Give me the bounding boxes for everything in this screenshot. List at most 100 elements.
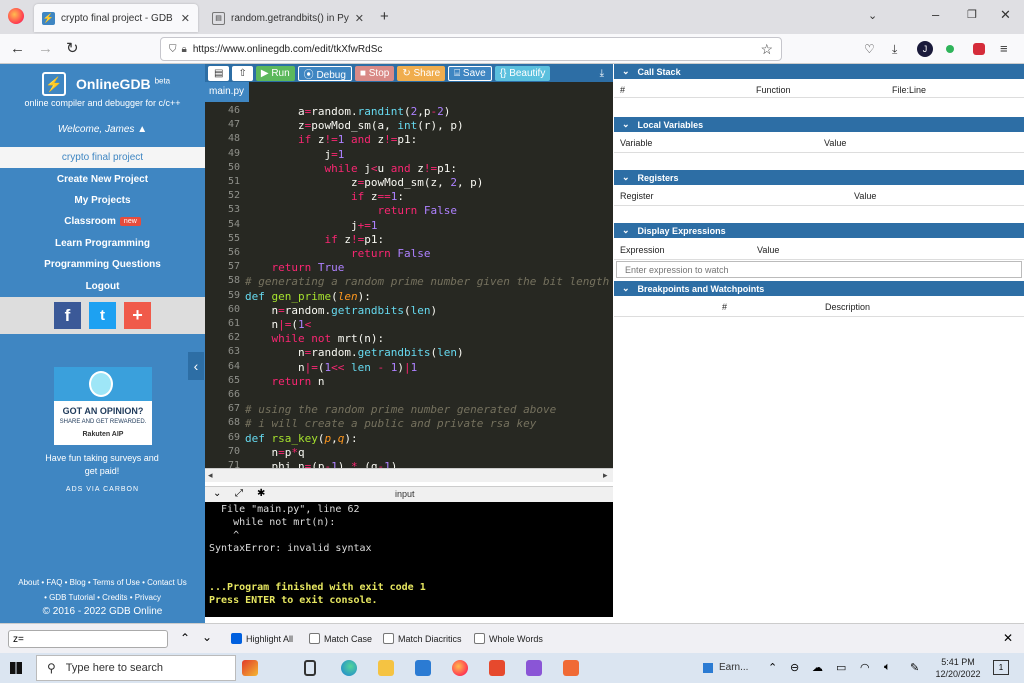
url-bar[interactable]: ⛉ 🔒︎ https://www.onlinegdb.com/edit/tkXf… — [160, 37, 782, 61]
code-line[interactable]: phi_n=(p-1) * (q-1) — [245, 460, 397, 468]
visual-studio-icon[interactable] — [526, 660, 542, 676]
code-line[interactable]: # generating a random prime number given… — [245, 275, 609, 288]
match-case-checkbox[interactable]: Match Case — [309, 633, 372, 644]
code-line[interactable]: z=powMod_sm(z, 2, p) — [245, 176, 483, 189]
console-output[interactable]: File "main.py", line 62 while not mrt(n)… — [205, 502, 613, 617]
line-number[interactable]: 56 — [205, 247, 240, 258]
line-number[interactable]: 63 — [205, 346, 240, 357]
tray-icon-1[interactable]: ⊖ — [790, 661, 799, 674]
code-line[interactable]: if z!=1 and z!=p1: — [245, 133, 417, 146]
facebook-icon[interactable]: f — [54, 302, 81, 329]
code-line[interactable]: return n — [245, 375, 325, 388]
extension-green-icon[interactable] — [946, 45, 954, 53]
beautify-button[interactable]: {} Beautify — [494, 65, 551, 81]
sidebar-item-create-new-project[interactable]: Create New Project — [0, 169, 205, 190]
save-button[interactable]: ⌸ Save — [448, 65, 492, 81]
taskbar-widget-icon[interactable] — [242, 660, 258, 676]
new-file-icon[interactable]: ▤ — [208, 65, 230, 81]
shield-icon[interactable]: ⛉ — [169, 44, 177, 55]
line-number[interactable]: 48 — [205, 133, 240, 144]
code-editor[interactable]: 46 a=random.randint(2,p-2) 47 z=powMod_sm… — [205, 102, 613, 468]
tray-chevron-icon[interactable]: ⌃ — [768, 661, 777, 674]
collapse-console-icon[interactable]: ⌄ — [213, 488, 221, 499]
line-number[interactable]: 67 — [205, 403, 240, 414]
run-button[interactable]: ▶ Run — [255, 65, 295, 81]
line-number[interactable]: 58 — [205, 275, 240, 286]
extension-red-icon[interactable] — [973, 43, 985, 55]
office-icon[interactable] — [489, 660, 505, 676]
restore-window-icon[interactable]: ❐ — [967, 8, 977, 21]
code-line[interactable]: n=random.getrandbits(len) — [245, 346, 464, 359]
firefox-taskbar-icon[interactable] — [452, 660, 468, 676]
find-next-icon[interactable]: ⌄ — [202, 630, 212, 644]
collapse-sidebar-button[interactable]: ‹ — [188, 352, 204, 380]
line-number[interactable]: 65 — [205, 375, 240, 386]
tab-random-getrandbits[interactable]: ▤ random.getrandbits() in Python ✕ — [204, 4, 372, 32]
gdb-logo-icon[interactable]: ⚡ — [42, 72, 66, 96]
line-number[interactable]: 53 — [205, 204, 240, 215]
weather-widget[interactable]: Earn... — [703, 662, 748, 673]
debug-button[interactable]: ⦿ Debug — [297, 65, 352, 81]
footer-links-1[interactable]: About • FAQ • Blog • Terms of Use • Cont… — [0, 578, 205, 587]
find-input[interactable] — [8, 630, 168, 648]
close-tab-icon[interactable]: ✕ — [175, 12, 190, 25]
code-line[interactable]: while not mrt(n): — [245, 332, 385, 345]
twitter-icon[interactable]: t — [89, 302, 116, 329]
scroll-left-icon[interactable]: ◂ — [208, 470, 213, 481]
code-line[interactable]: while j<u and z!=p1: — [245, 162, 457, 175]
code-line[interactable]: if z==1: — [245, 190, 404, 203]
pocket-icon[interactable]: ♡ — [864, 40, 875, 58]
line-number[interactable]: 64 — [205, 361, 240, 372]
sidebar-item-classroom[interactable]: Classroom new — [0, 211, 205, 232]
whole-words-checkbox[interactable]: Whole Words — [474, 633, 543, 644]
reload-icon[interactable]: ↻ — [66, 40, 79, 58]
stop-button[interactable]: ■ Stop — [354, 65, 395, 81]
firefox-logo-icon[interactable] — [8, 8, 24, 24]
code-line[interactable]: j=1 — [245, 148, 344, 161]
line-number[interactable]: 68 — [205, 417, 240, 428]
lock-icon[interactable]: 🔒︎ — [182, 44, 187, 55]
pen-icon[interactable]: ✎ — [910, 661, 919, 674]
share-plus-icon[interactable]: + — [124, 302, 151, 329]
list-tabs-icon[interactable]: ⌄ — [868, 9, 877, 22]
code-line[interactable]: j+=1 — [245, 219, 378, 232]
line-number[interactable]: 60 — [205, 304, 240, 315]
tab-crypto-final-project[interactable]: ⚡ crypto final project - GDB onlin… ✕ — [34, 4, 198, 32]
file-explorer-icon[interactable] — [378, 660, 394, 676]
code-line[interactable]: if z!=p1: — [245, 233, 384, 246]
code-line[interactable]: a=random.randint(2,p-2) — [245, 105, 450, 118]
battery-icon[interactable]: ▭ — [836, 661, 846, 674]
line-number[interactable]: 69 — [205, 432, 240, 443]
sidebar-item-my-projects[interactable]: My Projects — [0, 190, 205, 211]
welcome-user[interactable]: Welcome, James ▲ — [0, 124, 205, 135]
windows-start-icon[interactable] — [10, 662, 22, 674]
line-number[interactable]: 70 — [205, 446, 240, 457]
editor-horizontal-scrollbar[interactable]: ◂ ▸ — [205, 468, 613, 482]
onedrive-icon[interactable]: ☁ — [812, 661, 823, 674]
downloads-icon[interactable]: ⤓ — [892, 40, 897, 58]
line-number[interactable]: 51 — [205, 176, 240, 187]
local-variables-header[interactable]: ⌄ Local Variables — [614, 117, 1024, 132]
clock[interactable]: 5:41 PM 12/20/2022 — [935, 656, 981, 680]
code-line[interactable]: def rsa_key(p,q): — [245, 432, 358, 445]
close-find-bar-icon[interactable]: ✕ — [1003, 631, 1013, 645]
find-previous-icon[interactable]: ⌃ — [180, 631, 190, 645]
line-number[interactable]: 61 — [205, 318, 240, 329]
code-line[interactable]: z=powMod_sm(a, int(r), p) — [245, 119, 464, 132]
menu-hamburger-icon[interactable]: ≡ — [1000, 40, 1008, 58]
line-number[interactable]: 71 — [205, 460, 240, 468]
line-number[interactable]: 62 — [205, 332, 240, 343]
share-button[interactable]: ↻ Share — [397, 65, 446, 81]
app-orange-icon[interactable] — [563, 660, 579, 676]
tab-main-py[interactable]: main.py — [205, 82, 249, 102]
code-line[interactable]: n|=(1<< len - 1)|1 — [245, 361, 417, 374]
sidebar-item-programming-questions[interactable]: Programming Questions — [0, 254, 205, 275]
mail-icon[interactable] — [415, 660, 431, 676]
ad-image[interactable]: GOT AN OPINION? SHARE AND GET REWARDED. … — [54, 367, 152, 445]
upload-icon[interactable]: ⇧ — [232, 65, 253, 81]
line-number[interactable]: 47 — [205, 119, 240, 130]
sidebar-item-logout[interactable]: Logout — [0, 276, 205, 297]
debug-bug-icon[interactable]: ✱ — [257, 488, 265, 499]
line-number[interactable]: 54 — [205, 219, 240, 230]
new-tab-button[interactable]: + — [380, 8, 389, 25]
